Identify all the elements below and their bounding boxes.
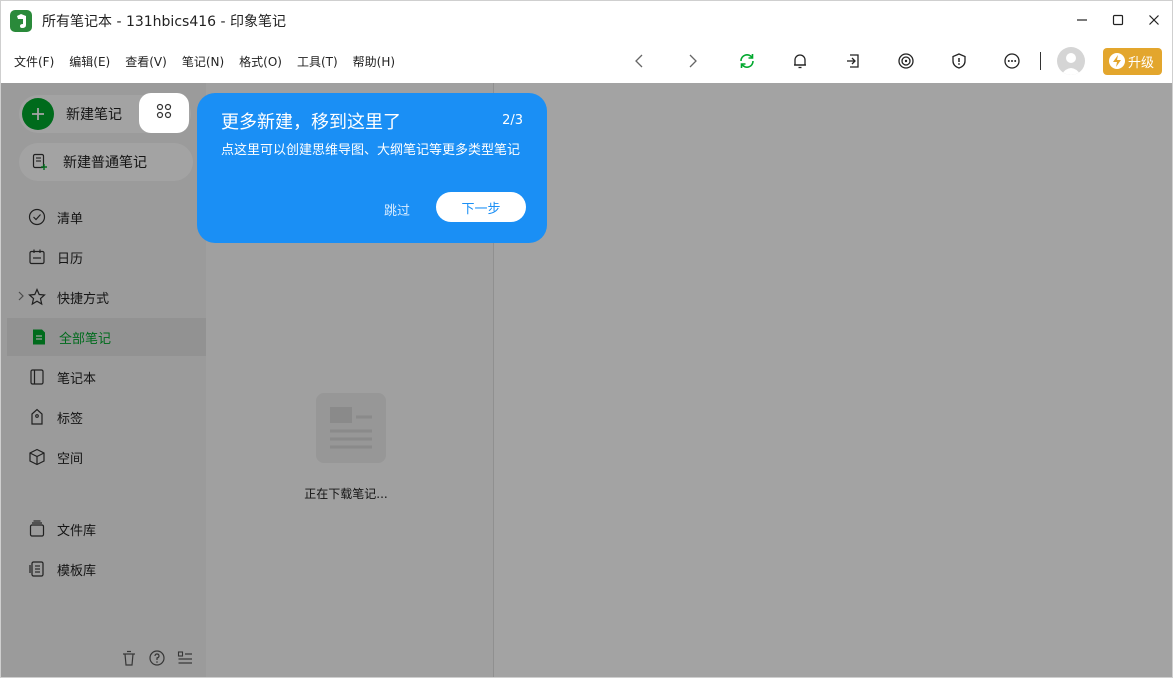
close-button[interactable] [1136, 1, 1172, 39]
evernote-logo-icon [10, 10, 32, 32]
avatar[interactable] [1056, 47, 1085, 75]
grid-icon [156, 103, 172, 123]
next-button[interactable]: 下一步 [436, 192, 526, 222]
onboarding-tooltip: 更多新建，移到这里了 2/3 点这里可以创建思维导图、大纲笔记等更多类型笔记 跳… [197, 93, 547, 243]
menu-file[interactable]: 文件(F) [14, 53, 54, 70]
title-bar: 所有笔记本 - 131hbics416 - 印象笔记 [1, 1, 1172, 41]
target-icon[interactable] [894, 49, 918, 73]
skip-button[interactable]: 跳过 [384, 200, 410, 219]
tooltip-title: 更多新建，移到这里了 [221, 112, 401, 133]
menu-note[interactable]: 笔记(N) [182, 53, 224, 70]
toolbar-divider [1039, 52, 1041, 70]
window-controls [1064, 1, 1172, 39]
modal-overlay [1, 83, 1172, 677]
tooltip-body: 点这里可以创建思维导图、大纲笔记等更多类型笔记 [221, 143, 521, 158]
back-arrow-icon[interactable] [627, 49, 651, 73]
upgrade-label: 升级 [1127, 55, 1154, 71]
sync-icon[interactable] [735, 49, 759, 73]
menu-tools[interactable]: 工具(T) [297, 53, 338, 70]
upgrade-button[interactable]: 升级 [1102, 47, 1162, 75]
menu-view[interactable]: 查看(V) [125, 53, 167, 70]
toolbar: 升级 [627, 41, 1162, 81]
menu-format[interactable]: 格式(O) [239, 53, 282, 70]
shield-icon[interactable] [947, 49, 971, 73]
share-icon[interactable] [841, 49, 865, 73]
minimize-button[interactable] [1064, 1, 1100, 39]
app-window: 所有笔记本 - 131hbics416 - 印象笔记 文件(F) 编辑(E) 查… [0, 0, 1173, 678]
forward-arrow-icon[interactable] [681, 49, 705, 73]
bell-icon[interactable] [788, 49, 812, 73]
menu-help[interactable]: 帮助(H) [353, 53, 395, 70]
window-title: 所有笔记本 - 131hbics416 - 印象笔记 [42, 14, 286, 30]
more-new-types-button[interactable] [139, 93, 189, 133]
tooltip-step: 2/3 [502, 113, 523, 128]
bolt-icon [1108, 53, 1125, 69]
menu-edit[interactable]: 编辑(E) [69, 53, 110, 70]
maximize-button[interactable] [1100, 1, 1136, 39]
more-icon[interactable] [1000, 49, 1024, 73]
